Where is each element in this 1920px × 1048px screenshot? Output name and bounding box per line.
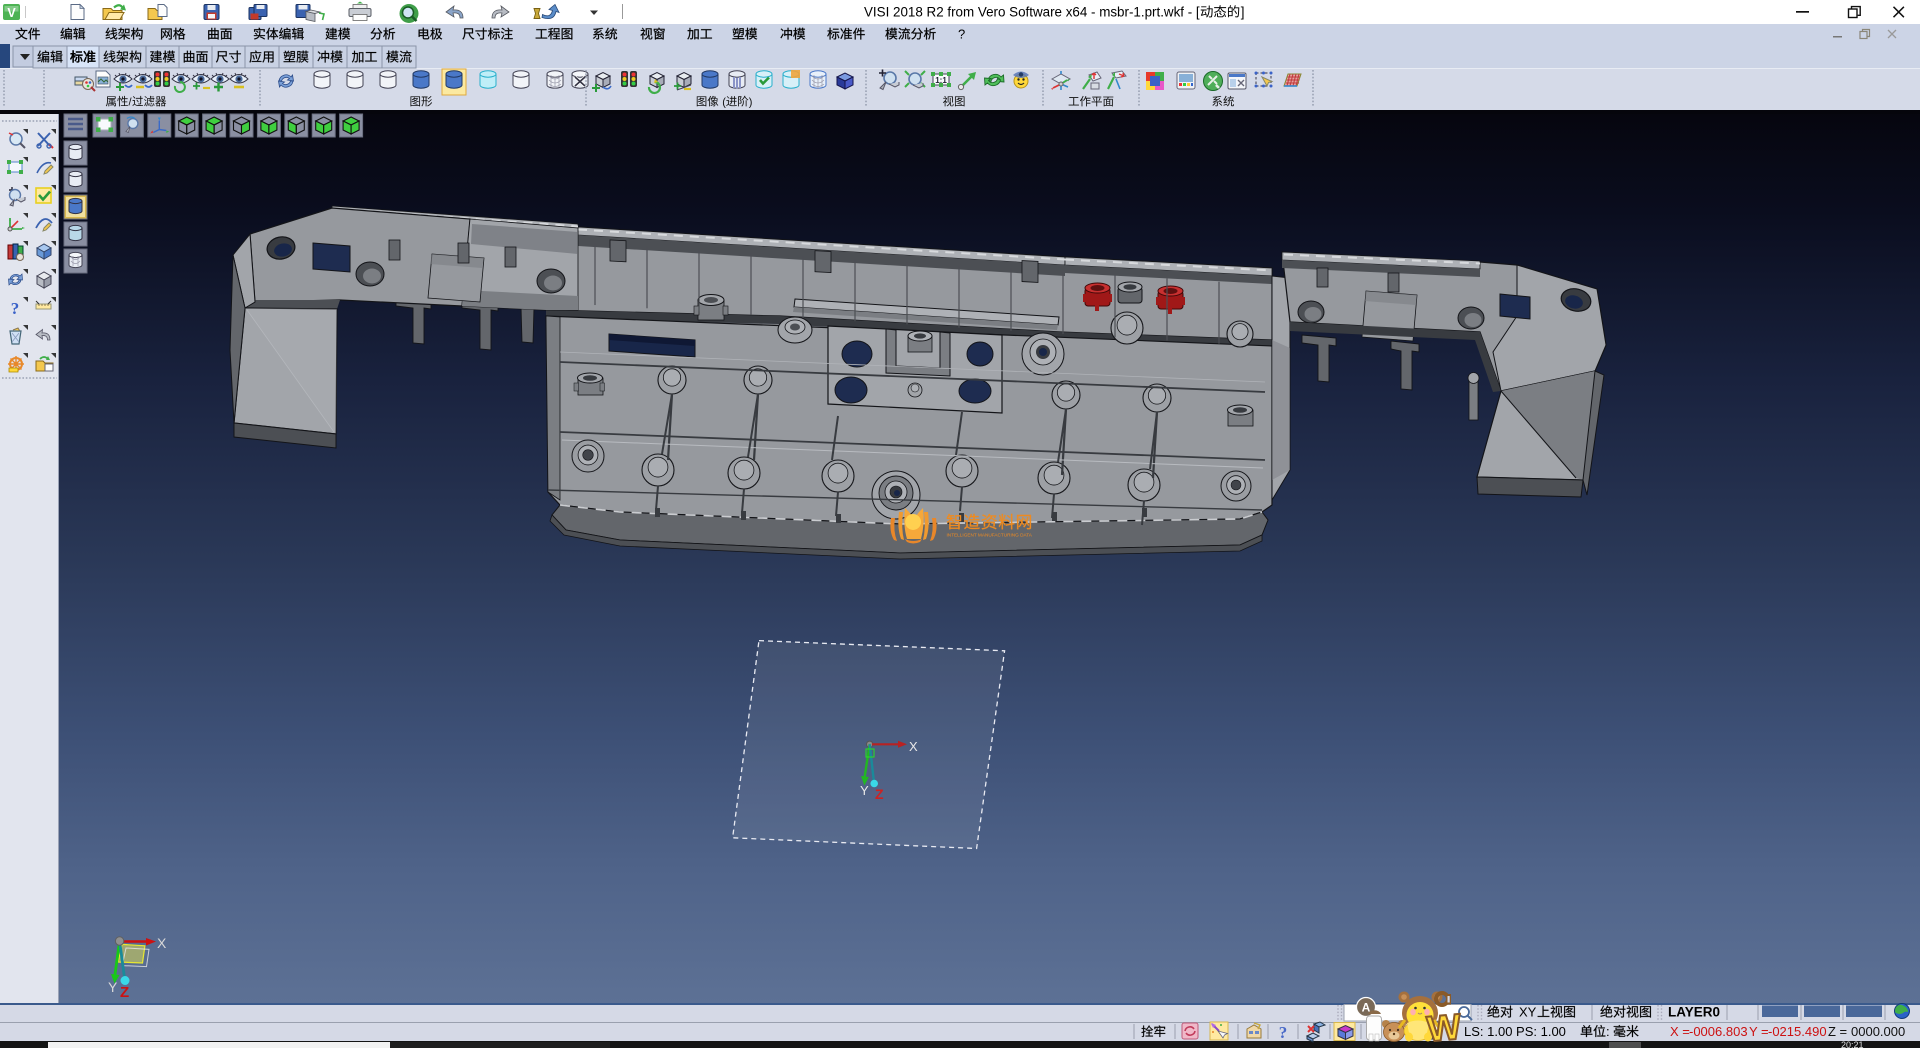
svg-text:-0006.803: -0006.803 [1689,1024,1748,1039]
svg-text:]: ] [1241,5,1245,20]
svg-text:LS: 1.00 PS: 1.00: LS: 1.00 PS: 1.00 [1464,1024,1566,1039]
svg-text:?: ? [1279,1023,1288,1042]
svg-text:?: ? [958,27,965,42]
svg-text:Y =: Y = [1749,1024,1769,1039]
svg-text:LAYER0: LAYER0 [1668,1005,1720,1020]
svg-text:(: ( [722,97,726,109]
svg-text:): ) [749,97,753,109]
svg-text:0000.000: 0000.000 [1851,1024,1905,1039]
svg-text:W: W [1425,1006,1462,1048]
svg-text:XY: XY [1519,1005,1537,1020]
svg-text:20:21: 20:21 [1841,1040,1864,1048]
svg-text:Y: Y [108,979,118,995]
svg-text:INTELLIGENT MANUFACTURING DATA: INTELLIGENT MANUFACTURING DATA [947,533,1033,538]
svg-text:X =: X = [1670,1024,1690,1039]
svg-text:Z: Z [120,984,129,1001]
svg-text:Y: Y [860,783,869,798]
svg-text:?: ? [11,299,20,318]
svg-text:Z: Z [875,786,884,802]
svg-text:VISI 2018 R2 from Vero Softwar: VISI 2018 R2 from Vero Software x64 - ms… [864,5,1200,20]
svg-text:Z =: Z = [1828,1024,1847,1039]
svg-text:X: X [157,935,167,951]
svg-text:X: X [909,739,918,754]
svg-text:-0215.490: -0215.490 [1768,1024,1827,1039]
svg-text::: : [1606,1024,1610,1039]
svg-text:/: / [129,97,133,109]
svg-text:V: V [7,6,16,20]
